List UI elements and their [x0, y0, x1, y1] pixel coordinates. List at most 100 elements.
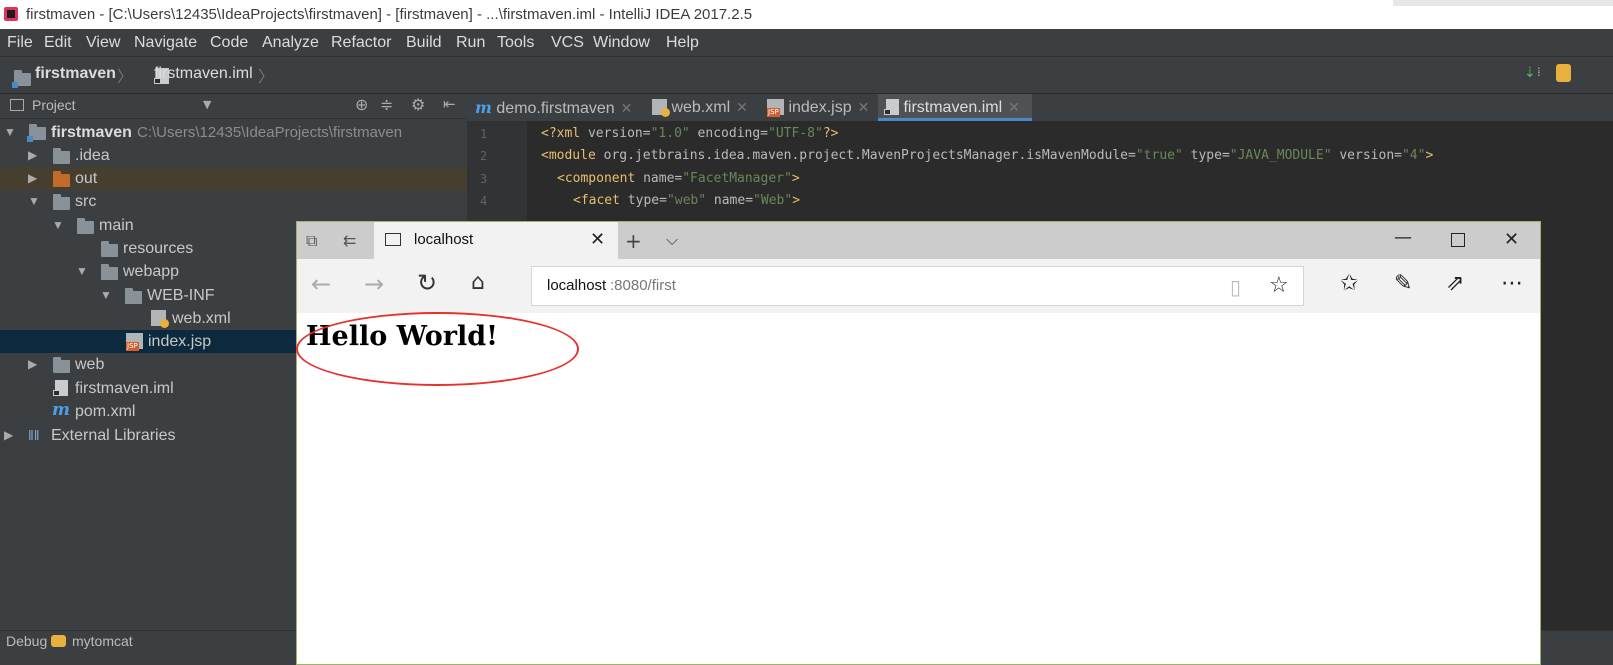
tree-label: resources: [123, 240, 194, 257]
menu-view[interactable]: View: [86, 29, 120, 56]
breadcrumb-file[interactable]: firstmaven.iml: [154, 65, 253, 83]
minimize-icon[interactable]: —: [1394, 227, 1412, 248]
menu-code[interactable]: Code: [210, 29, 248, 56]
breadcrumb-project[interactable]: firstmaven: [35, 65, 116, 83]
folder-icon: [125, 288, 142, 304]
menu-build[interactable]: Build: [406, 29, 442, 56]
browser-tab-title: localhost: [414, 231, 474, 248]
tree-item-src[interactable]: ▼ src: [0, 190, 467, 213]
menu-vcs[interactable]: VCS: [551, 29, 584, 56]
menu-run[interactable]: Run: [456, 29, 485, 56]
run-config-label[interactable]: mytomcat: [72, 633, 133, 649]
tab-firstmaven-iml[interactable]: firstmaven.iml ✕: [878, 94, 1032, 121]
collapsed-arrow-icon[interactable]: ▶: [4, 424, 13, 447]
window-title: firstmaven - [C:\Users\12435\IdeaProject…: [26, 6, 753, 23]
web-note-icon[interactable]: ✎: [1394, 271, 1412, 296]
scroll-from-source-icon[interactable]: ⊕: [355, 95, 368, 114]
browser-tab-active[interactable]: localhost ✕: [374, 222, 618, 259]
menu-edit[interactable]: Edit: [44, 29, 72, 56]
expanded-arrow-icon[interactable]: ▼: [28, 190, 40, 213]
code-line[interactable]: <module org.jetbrains.idea.maven.project…: [541, 148, 1433, 163]
back-icon[interactable]: ←: [311, 270, 331, 298]
expanded-arrow-icon[interactable]: ▼: [100, 284, 112, 307]
tree-label: firstmaven: [51, 124, 132, 141]
tree-item-idea[interactable]: ▶ .idea: [0, 144, 467, 167]
update-project-icon[interactable]: ⇣: [1524, 65, 1536, 81]
share-icon[interactable]: ⇗: [1446, 271, 1464, 296]
maven-icon: m: [52, 400, 70, 420]
menu-analyze[interactable]: Analyze: [262, 29, 319, 56]
tree-item-out[interactable]: ▶ out: [0, 167, 467, 190]
project-panel-title[interactable]: Project: [32, 97, 76, 113]
menu-tools[interactable]: Tools: [497, 29, 534, 56]
code-line[interactable]: <facet type="web" name="Web">: [573, 193, 800, 208]
tab-demo-firstmaven[interactable]: m demo.firstmaven ✕: [475, 94, 632, 121]
tree-label: firstmaven.iml: [75, 380, 174, 397]
refresh-icon[interactable]: ↻: [417, 269, 437, 297]
menu-navigate[interactable]: Navigate: [134, 29, 197, 56]
menu-file[interactable]: File: [7, 29, 33, 56]
close-tab-icon[interactable]: ✕: [621, 100, 633, 116]
menu-help[interactable]: Help: [666, 29, 699, 56]
forward-icon[interactable]: →: [364, 270, 384, 298]
close-window-icon[interactable]: ✕: [1504, 229, 1519, 250]
folder-icon: [77, 218, 94, 234]
maximize-icon[interactable]: [1451, 233, 1465, 247]
line-number: 1: [480, 127, 488, 141]
address-bar[interactable]: localhost :8080/first ▯ ☆: [531, 266, 1304, 306]
tree-label: .idea: [75, 147, 110, 164]
line-number: 4: [480, 194, 488, 208]
tree-label: main: [99, 217, 134, 234]
project-view-icon: [10, 99, 24, 111]
tree-label: index.jsp: [148, 333, 212, 350]
tree-label: web: [75, 356, 105, 373]
tab-index-jsp[interactable]: index.jsp ✕: [767, 94, 869, 121]
expanded-arrow-icon[interactable]: ▼: [76, 260, 88, 283]
tomcat-run-icon[interactable]: [1556, 64, 1571, 82]
line-number: 2: [480, 149, 488, 163]
tomcat-icon: [51, 635, 66, 647]
collapsed-arrow-icon[interactable]: ▶: [28, 167, 37, 190]
collapsed-arrow-icon[interactable]: ▶: [28, 144, 37, 167]
menu-refactor[interactable]: Refactor: [331, 29, 391, 56]
set-tabs-aside-icon[interactable]: ⇇: [343, 231, 356, 250]
code-line[interactable]: <component name="FacetManager">: [557, 171, 800, 186]
code-line[interactable]: <?xml version="1.0" encoding="UTF-8"?>: [541, 126, 838, 141]
tree-item-firstmaven[interactable]: ▼ firstmaven C:\Users\12435\IdeaProjects…: [0, 121, 467, 144]
tree-path: C:\Users\12435\IdeaProjects\firstmaven: [137, 124, 403, 141]
tab-list-chevron-icon[interactable]: ⌵: [666, 230, 678, 250]
reading-view-icon[interactable]: ▯: [1230, 275, 1241, 299]
tree-label: webapp: [123, 263, 180, 280]
tree-label: out: [75, 170, 98, 187]
favorite-star-icon[interactable]: ☆: [1269, 273, 1289, 298]
module-folder-icon: [12, 70, 31, 88]
close-tab-icon[interactable]: ✕: [736, 99, 748, 115]
close-tab-icon[interactable]: ✕: [1008, 99, 1020, 115]
tree-label: src: [75, 193, 97, 210]
collapsed-arrow-icon[interactable]: ▶: [28, 353, 37, 376]
page-icon: [385, 233, 401, 246]
debug-label[interactable]: Debug: [6, 633, 47, 649]
close-tab-icon[interactable]: ✕: [858, 99, 870, 115]
view-dropdown-icon[interactable]: ▼: [203, 98, 211, 111]
home-icon[interactable]: ⌂: [471, 270, 485, 295]
tab-web-xml[interactable]: web.xml ✕: [652, 94, 748, 121]
favorites-hub-icon[interactable]: ✩: [1340, 271, 1358, 296]
navigation-bar: firstmaven 〉 firstmaven.iml 〉 ⇣ ⁞: [0, 56, 1613, 94]
more-icon[interactable]: ⋯: [1501, 271, 1523, 296]
tab-label: web.xml: [671, 99, 731, 116]
close-tab-icon[interactable]: ✕: [590, 229, 605, 250]
jsp-file-icon: [767, 99, 784, 117]
tab-label: demo.firstmaven: [496, 100, 615, 117]
sort-icon[interactable]: ⁞: [1537, 65, 1541, 79]
expanded-arrow-icon[interactable]: ▼: [4, 121, 16, 144]
menu-window[interactable]: Window: [593, 29, 650, 56]
tab-preview-icon[interactable]: ⧉: [306, 231, 317, 251]
settings-gear-icon[interactable]: ⚙: [411, 95, 425, 114]
folder-icon: [101, 241, 118, 257]
url-path: :8080/first: [610, 277, 676, 294]
hide-panel-icon[interactable]: ⇤: [443, 95, 456, 113]
new-tab-icon[interactable]: +: [625, 229, 642, 253]
expanded-arrow-icon[interactable]: ▼: [52, 214, 64, 237]
collapse-all-icon[interactable]: ≑: [380, 95, 393, 114]
